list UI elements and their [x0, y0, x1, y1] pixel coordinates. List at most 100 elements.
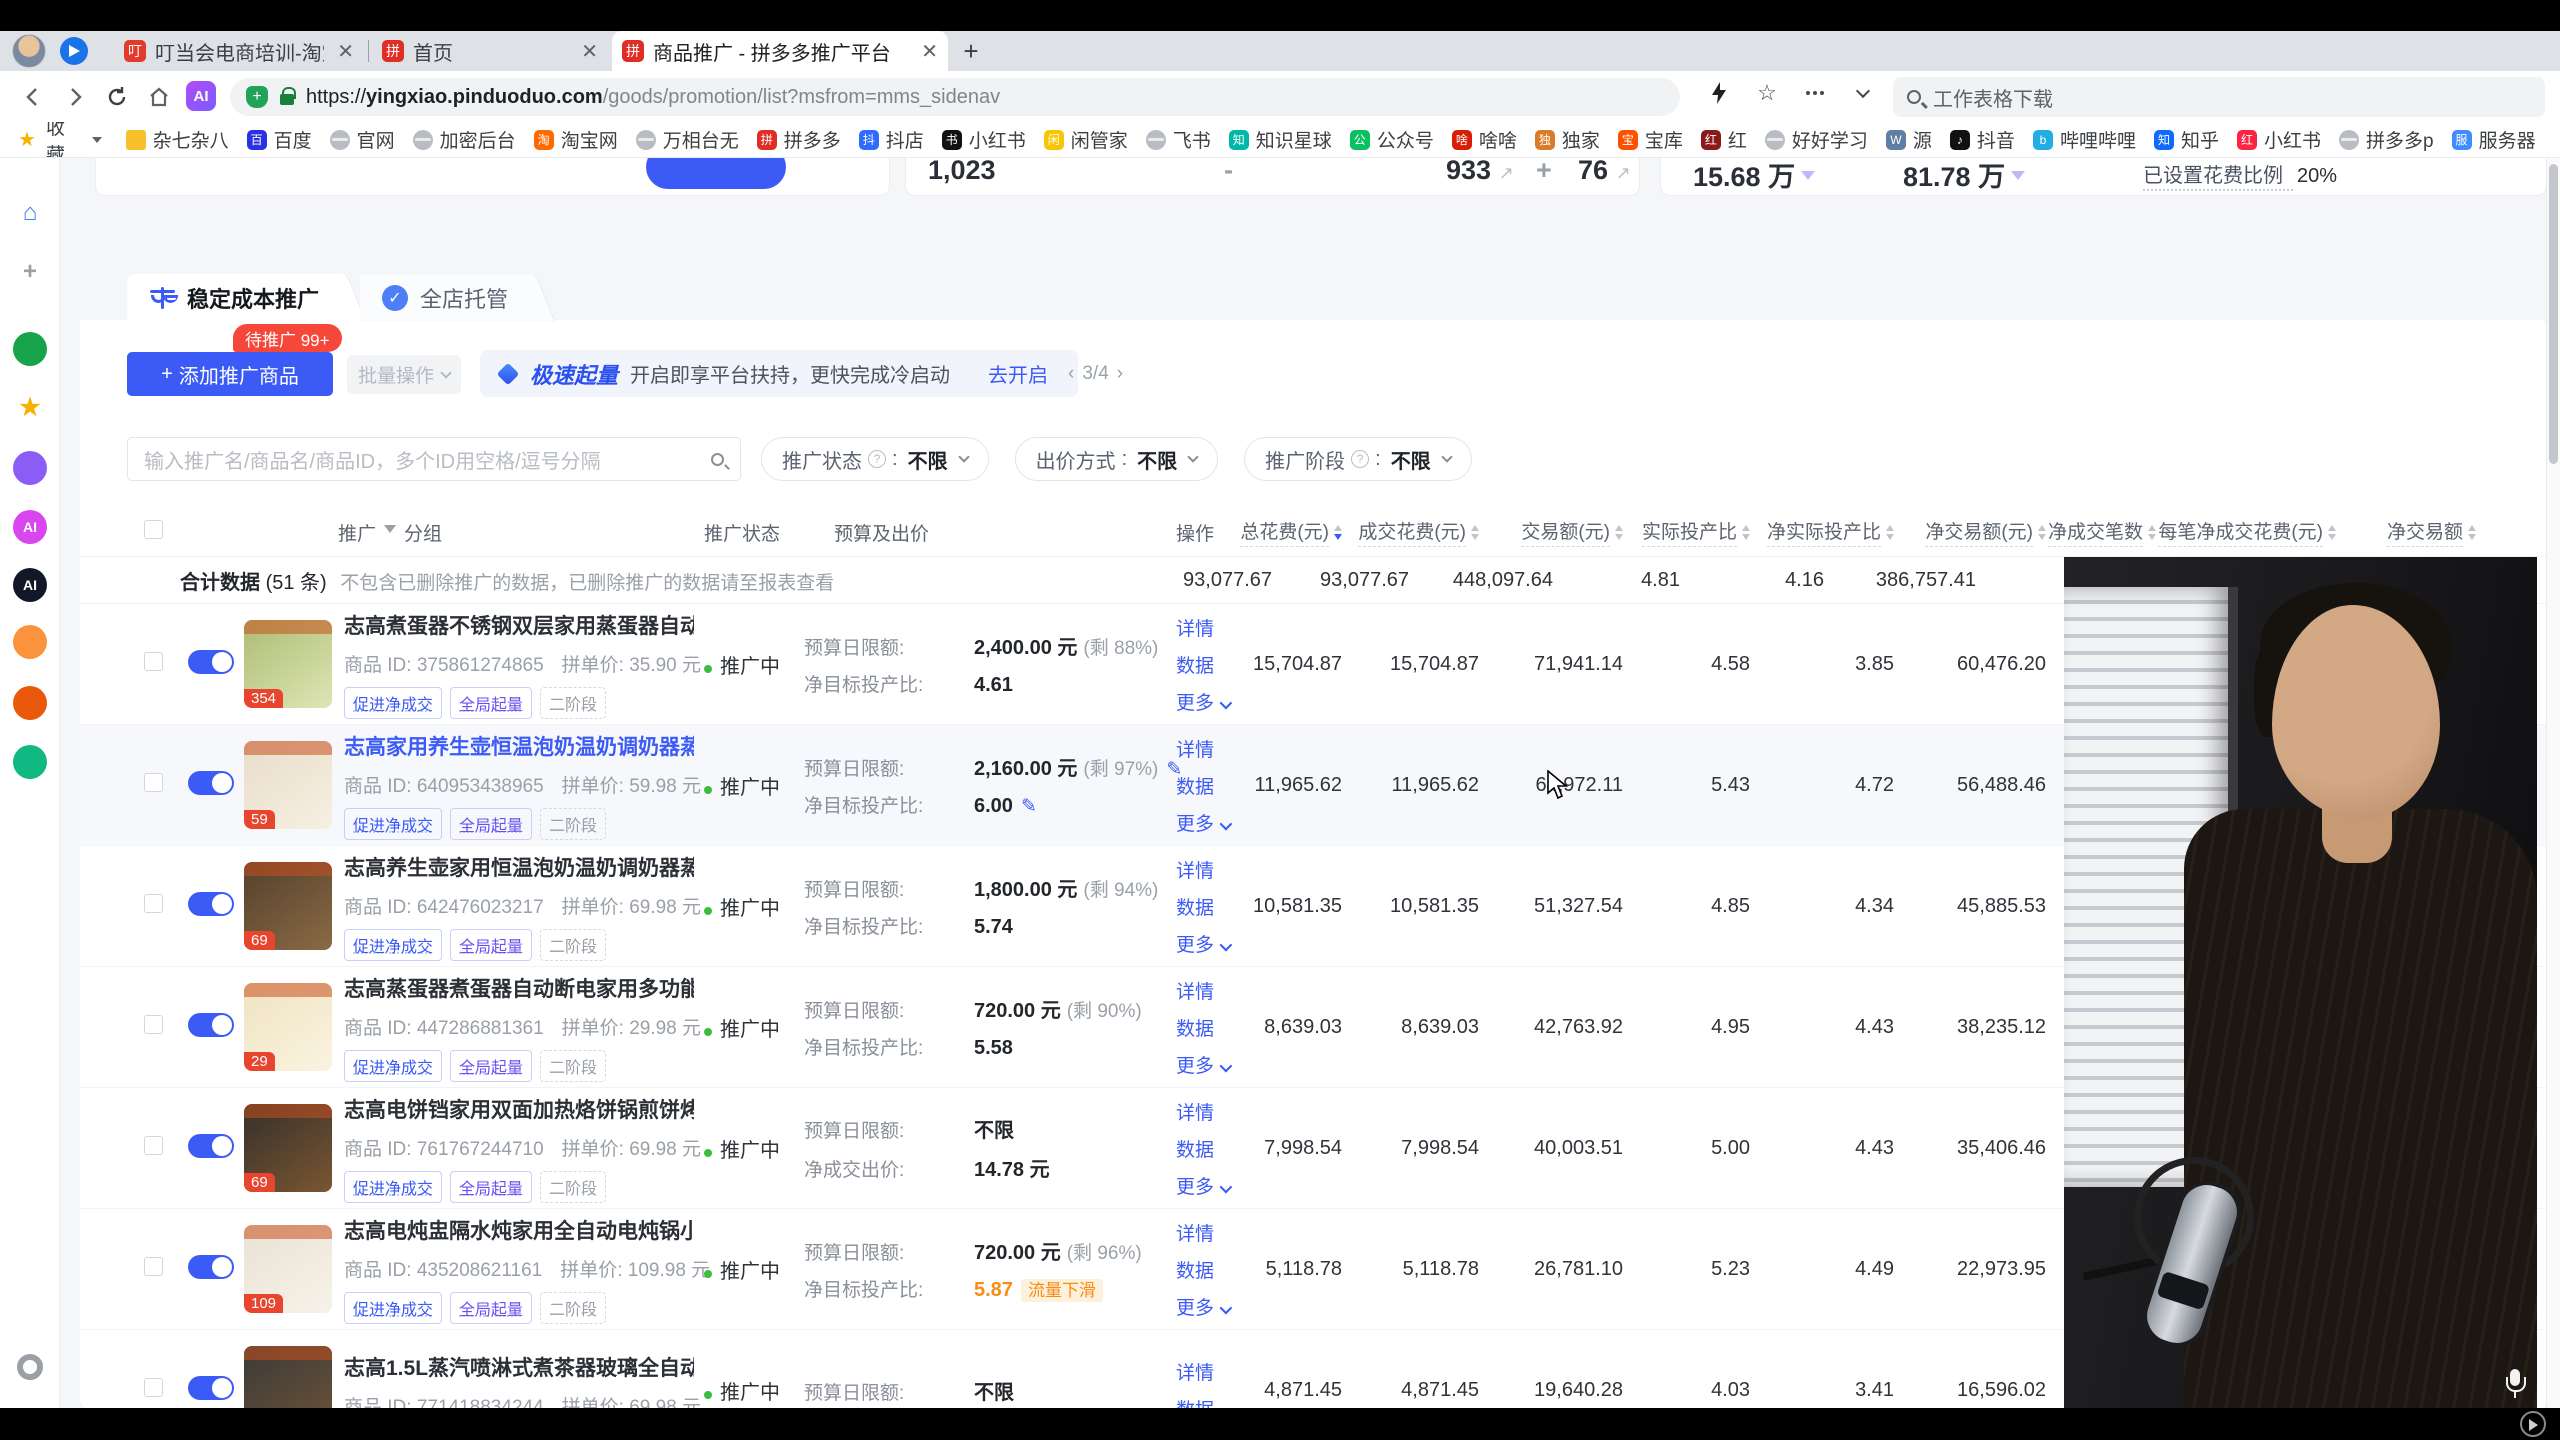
product-image[interactable]: 29	[244, 983, 332, 1071]
banner-open-link[interactable]: 去开启	[988, 359, 1048, 388]
column-header[interactable]: 每笔净成交花费(元)	[2156, 517, 2336, 547]
forward-icon[interactable]	[58, 80, 92, 114]
bookmark-link[interactable]: 拼多多p	[2339, 126, 2434, 153]
product-title[interactable]: 志高电炖盅隔水炖家用全自动电炖锅小型陶瓷...	[344, 1215, 694, 1245]
action-data[interactable]: 数据	[1176, 1256, 1246, 1283]
sidebar-ai-dark-app-icon[interactable]: AI	[13, 568, 47, 602]
row-checkbox[interactable]	[144, 1378, 163, 1397]
tab-stable-cost-promotion[interactable]: 稳定成本推广	[127, 274, 345, 322]
mic-icon[interactable]	[2506, 1369, 2524, 1399]
bookmark-link[interactable]: 官网	[330, 126, 395, 153]
bookmark-link[interactable]: 红小红书	[2237, 126, 2321, 153]
page-scrollbar[interactable]	[2546, 158, 2560, 1408]
action-more[interactable]: 更多	[1176, 1172, 1246, 1199]
bookmark-link[interactable]: 独独家	[1535, 126, 1600, 153]
row-toggle[interactable]	[188, 892, 234, 916]
product-image[interactable]: 354	[244, 620, 332, 708]
bookmark-link[interactable]: W源	[1886, 126, 1932, 153]
adblock-extension-icon[interactable]: +	[246, 86, 268, 108]
settings-gear-icon[interactable]	[17, 1354, 43, 1380]
sidebar-purple-app-icon[interactable]	[13, 451, 47, 485]
sidebar-jp-app-icon[interactable]	[13, 332, 47, 366]
tab-close-icon[interactable]: ✕	[921, 39, 938, 64]
bookmark-link[interactable]: 抖抖店	[859, 126, 924, 153]
sidebar-teal-app-icon[interactable]	[13, 745, 47, 779]
row-toggle[interactable]	[188, 1255, 234, 1279]
row-checkbox[interactable]	[144, 773, 163, 792]
bookmark-link[interactable]: 加密后台	[413, 126, 516, 153]
column-header[interactable]: 实际投产比	[1623, 517, 1750, 547]
bookmark-link[interactable]: 服服务器	[2452, 126, 2536, 153]
address-bar[interactable]: + https://yingxiao.pinduoduo.com/goods/p…	[230, 78, 1680, 116]
action-more[interactable]: 更多	[1176, 688, 1246, 715]
product-title[interactable]: 志高家用养生壶恒温泡奶温奶调奶器蒸汽喷淋...✎	[344, 731, 694, 761]
recharge-button[interactable]	[646, 158, 786, 189]
bookmark-link[interactable]: 万相台无	[636, 126, 739, 153]
search-icon[interactable]	[711, 453, 724, 466]
product-image[interactable]	[244, 1346, 332, 1408]
row-checkbox[interactable]	[144, 1257, 163, 1276]
row-toggle[interactable]	[188, 650, 234, 674]
scrollbar-thumb[interactable]	[2549, 164, 2558, 464]
action-data[interactable]: 数据	[1176, 893, 1246, 920]
favorites-star-icon[interactable]: ★	[18, 127, 36, 152]
action-data[interactable]: 数据	[1176, 1135, 1246, 1162]
column-header[interactable]: 净成交笔数	[2046, 517, 2156, 547]
action-data[interactable]: 数据	[1176, 651, 1246, 678]
bookmark-link[interactable]: 宝宝库	[1618, 126, 1683, 153]
bookmark-link[interactable]: 啥啥啥	[1452, 126, 1517, 153]
product-title[interactable]: 志高蒸蛋器煮蛋器自动断电家用多功能鸡蛋定...	[344, 973, 694, 1003]
action-data[interactable]: 数据	[1176, 1395, 1246, 1408]
action-more[interactable]: 更多	[1176, 1051, 1246, 1078]
action-more[interactable]: 更多	[1176, 1293, 1246, 1320]
bookmark-link[interactable]: 公公众号	[1350, 126, 1434, 153]
sidebar-star-app-icon[interactable]: ★	[13, 390, 47, 424]
add-promotion-button[interactable]: +添加推广商品	[127, 352, 333, 396]
action-data[interactable]: 数据	[1176, 1014, 1246, 1041]
product-title[interactable]: 志高养生壶家用恒温泡奶温奶调奶器蒸汽喷淋...	[344, 852, 694, 882]
action-detail[interactable]: 详情	[1176, 1098, 1246, 1125]
row-toggle[interactable]	[188, 1376, 234, 1400]
sidebar-orange-app-icon[interactable]	[13, 625, 47, 659]
bookmark-link[interactable]: 书小红书	[942, 126, 1026, 153]
action-detail[interactable]: 详情	[1176, 1358, 1246, 1385]
filter-funnel-icon[interactable]	[384, 525, 396, 539]
row-checkbox[interactable]	[144, 652, 163, 671]
action-data[interactable]: 数据	[1176, 772, 1246, 799]
browser-tab-2[interactable]: 拼 首页 ✕	[372, 31, 608, 71]
action-more[interactable]: 更多	[1176, 930, 1246, 957]
row-checkbox[interactable]	[144, 1015, 163, 1034]
browser-tab-active[interactable]: 拼 商品推广 - 拼多多推广平台 ✕	[612, 31, 948, 71]
record-control-icon[interactable]	[2520, 1411, 2546, 1437]
row-toggle[interactable]	[188, 771, 234, 795]
bookmark-link[interactable]: 知知乎	[2154, 126, 2219, 153]
filter-2[interactable]: 推广阶段?:不限	[1244, 437, 1472, 481]
filter-1[interactable]: 出价方式:不限	[1015, 437, 1219, 481]
product-image[interactable]: 109	[244, 1225, 332, 1313]
cost-ratio-note[interactable]: 已设置花费比例20%	[2143, 159, 2337, 188]
browser-profile-avatar[interactable]	[12, 34, 46, 68]
browser-tab-1[interactable]: 叮 叮当会电商培训-淘宝天猫拼多 ✕	[114, 31, 364, 71]
row-checkbox[interactable]	[144, 894, 163, 913]
select-all-checkbox[interactable]	[144, 520, 163, 539]
browser-app-icon[interactable]	[60, 37, 88, 65]
reload-icon[interactable]	[100, 80, 134, 114]
bookmark-link[interactable]: 知知识星球	[1229, 126, 1332, 153]
bookmark-link[interactable]: 飞书	[1146, 126, 1211, 153]
bookmark-link[interactable]: b哔哩哔哩	[2033, 126, 2136, 153]
product-title[interactable]: 志高1.5L蒸汽喷淋式煮茶器玻璃全自动保温电热...	[344, 1352, 694, 1382]
product-title[interactable]: 志高煮蛋器不锈钢双层家用蒸蛋器自动断电蒸...	[344, 610, 694, 640]
lock-icon[interactable]	[280, 94, 294, 105]
promotion-search-input[interactable]: 输入推广名/商品名/商品ID，多个ID用空格/逗号分隔	[127, 437, 741, 481]
bookmark-link[interactable]: 闲闲管家	[1044, 126, 1128, 153]
column-header-promotion[interactable]: 推广 分组	[188, 519, 704, 546]
sidebar-ai-color-app-icon[interactable]: AI	[13, 510, 47, 544]
bookmark-link[interactable]: 百百度	[247, 126, 312, 153]
action-detail[interactable]: 详情	[1176, 1219, 1246, 1246]
product-image[interactable]: 69	[244, 862, 332, 950]
url-text[interactable]: https://yingxiao.pinduoduo.com/goods/pro…	[306, 86, 1000, 109]
column-header[interactable]: 成交花费(元)	[1342, 517, 1479, 547]
sidebar-home-icon[interactable]: ⌂	[13, 196, 47, 230]
row-toggle[interactable]	[188, 1134, 234, 1158]
back-icon[interactable]	[16, 80, 50, 114]
